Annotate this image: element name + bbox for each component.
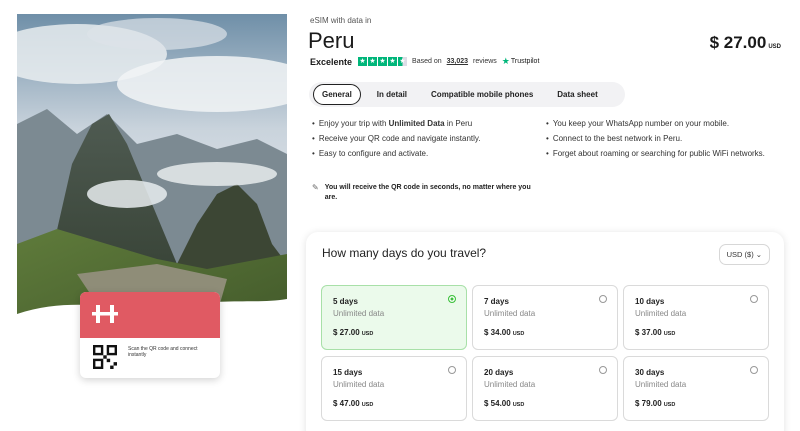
feature-item: Enjoy your trip with Unlimited Data in P… (312, 118, 532, 129)
plan-data: Unlimited data (484, 380, 536, 389)
plans-heading: How many days do you travel? (322, 246, 487, 260)
price-amount: $ 27.00 (709, 33, 767, 52)
plan-price: $ 37.00 USD (635, 328, 676, 337)
plan-data: Unlimited data (333, 380, 385, 389)
plan-days: 5 days (333, 297, 358, 306)
feature-item: You keep your WhatsApp number on your mo… (546, 118, 776, 129)
features-list-right: You keep your WhatsApp number on your mo… (546, 118, 776, 163)
plan-radio[interactable] (750, 366, 758, 374)
plan-card-15-days[interactable]: 15 days Unlimited data $ 47.00 USD (321, 356, 467, 421)
trustpilot-logo: ★ Trustpilot (501, 56, 540, 66)
review-count-link[interactable]: 33,023 (447, 58, 468, 65)
qr-note-text: You will receive the QR code in seconds,… (324, 184, 531, 201)
half-star-icon: ★ (398, 57, 408, 66)
feature-item: Forget about roaming or searching for pu… (546, 148, 776, 159)
star-icon: ★ (368, 57, 378, 66)
plan-days: 20 days (484, 368, 514, 377)
plan-days: 10 days (635, 297, 665, 306)
currency-select[interactable]: USD ($) ⌄ (718, 244, 770, 265)
plan-card-30-days[interactable]: 30 days Unlimited data $ 79.00 USD (623, 356, 769, 421)
feature-item: Easy to configure and activate. (312, 148, 532, 159)
rating-stars: ★ ★ ★ ★ ★ (358, 57, 408, 66)
star-icon: ★ (358, 57, 368, 66)
esim-card-header (80, 292, 220, 338)
plan-data: Unlimited data (635, 380, 687, 389)
chevron-down-icon: ⌄ (755, 250, 762, 259)
plan-data: Unlimited data (333, 309, 385, 318)
plan-price: $ 79.00 USD (635, 399, 676, 408)
plan-selector: How many days do you travel? USD ($) ⌄ 5… (306, 232, 784, 431)
plan-radio[interactable] (750, 295, 758, 303)
plan-card-7-days[interactable]: 7 days Unlimited data $ 34.00 USD (472, 285, 618, 350)
plan-days: 30 days (635, 368, 665, 377)
plan-card-10-days[interactable]: 10 days Unlimited data $ 37.00 USD (623, 285, 769, 350)
plan-radio[interactable] (599, 295, 607, 303)
product-subtitle: eSIM with data in (310, 16, 372, 25)
tab-in-detail[interactable]: In detail (369, 85, 415, 104)
plan-days: 7 days (484, 297, 509, 306)
plan-radio[interactable] (448, 366, 456, 374)
rating-reviews-word: reviews (473, 58, 497, 65)
rating-based-on: Based on (412, 58, 442, 65)
star-icon: ★ (378, 57, 388, 66)
plan-days: 15 days (333, 368, 363, 377)
plan-card-20-days[interactable]: 20 days Unlimited data $ 54.00 USD (472, 356, 618, 421)
tab-compatible-phones[interactable]: Compatible mobile phones (423, 85, 541, 104)
feature-item: Connect to the best network in Peru. (546, 133, 776, 144)
holafly-logo-icon (92, 305, 118, 323)
rating-label: Excelente (310, 56, 353, 67)
plan-price: $ 34.00 USD (484, 328, 525, 337)
product-tabs: General In detail Compatible mobile phon… (309, 82, 625, 107)
plan-price: $ 27.00 USD (333, 328, 374, 337)
pencil-icon: ✎ (312, 183, 319, 192)
plan-radio[interactable] (448, 295, 456, 303)
scan-instruction: Scan the QR code and connect instantly (128, 346, 198, 358)
esim-card: Scan the QR code and connect instantly (80, 292, 220, 378)
qr-delivery-note: ✎ You will receive the QR code in second… (312, 183, 542, 203)
star-icon: ★ (388, 57, 398, 66)
plan-data: Unlimited data (484, 309, 536, 318)
plan-data: Unlimited data (635, 309, 687, 318)
plan-radio[interactable] (599, 366, 607, 374)
tab-data-sheet[interactable]: Data sheet (549, 85, 605, 104)
plan-card-5-days[interactable]: 5 days Unlimited data $ 27.00 USD (321, 285, 467, 350)
features-list-left: Enjoy your trip with Unlimited Data in P… (312, 118, 532, 163)
trustpilot-rating[interactable]: Excelente ★ ★ ★ ★ ★ Based on 33,023 revi… (310, 56, 539, 67)
product-price: $ 27.00 USD (710, 33, 781, 53)
feature-item: Receive your QR code and navigate instan… (312, 133, 532, 144)
currency-value: USD ($) (726, 250, 754, 259)
page-title: Peru (308, 28, 355, 53)
plans-grid: 5 days Unlimited data $ 27.00 USD 7 days … (321, 285, 769, 421)
qr-code-icon (93, 345, 117, 369)
tab-general[interactable]: General (313, 84, 361, 105)
price-currency: USD (768, 44, 781, 50)
trustpilot-star-icon: ★ (501, 56, 510, 66)
plan-price: $ 47.00 USD (333, 399, 374, 408)
plan-price: $ 54.00 USD (484, 399, 525, 408)
